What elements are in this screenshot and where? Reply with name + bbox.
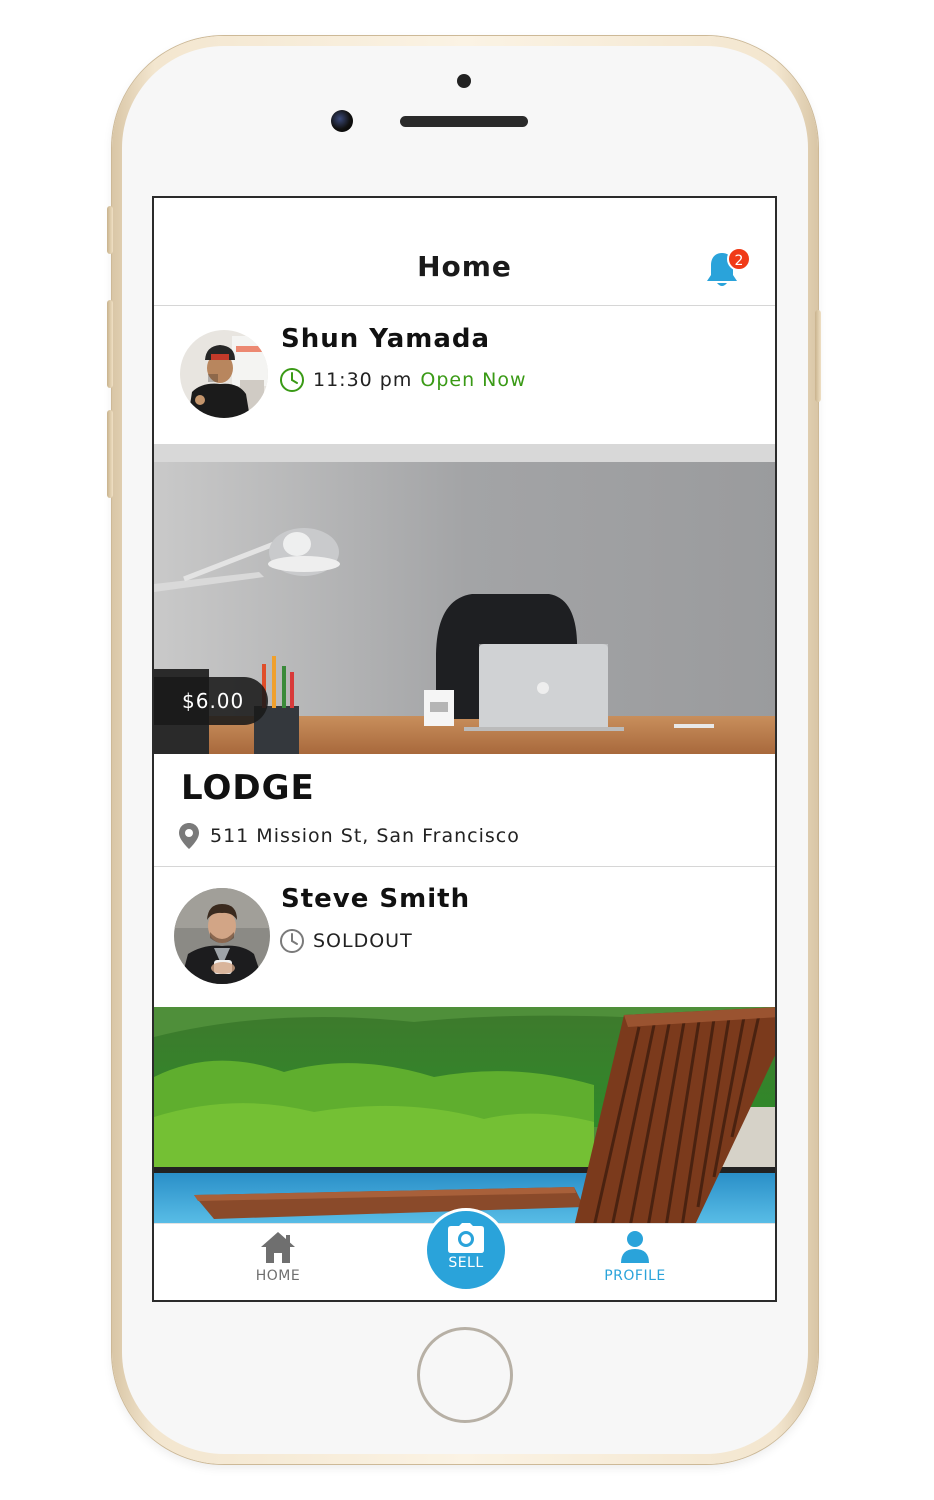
post-header[interactable]: Shun Yamada 11:30 pm Open Now — [154, 306, 775, 446]
person-icon — [621, 1231, 649, 1263]
app-screen: Home 2 Shun Yamada 11:30 pm Open Now $6.… — [152, 196, 777, 1302]
sell-button[interactable]: SELL — [424, 1208, 508, 1292]
notification-badge: 2 — [727, 247, 751, 271]
avatar[interactable] — [180, 330, 268, 418]
post-time: 11:30 pm — [313, 369, 413, 391]
mute-switch — [107, 206, 113, 254]
post-header[interactable]: Steve Smith SOLDOUT — [154, 868, 775, 1008]
tab-home-label: HOME — [255, 1268, 301, 1284]
volume-up-button — [107, 300, 113, 388]
listing-photo[interactable] — [154, 1007, 775, 1227]
clock-icon — [280, 368, 304, 392]
soldout-status: SOLDOUT — [313, 930, 413, 952]
price-tag: $6.00 — [154, 677, 269, 725]
listing-photo[interactable]: $6.00 — [154, 444, 775, 754]
clock-icon — [280, 929, 304, 953]
status-row: 11:30 pm Open Now — [279, 365, 527, 395]
camera-icon — [448, 1223, 484, 1253]
user-name[interactable]: Steve Smith — [281, 884, 470, 914]
proximity-sensor — [457, 74, 471, 88]
user-name[interactable]: Shun Yamada — [281, 324, 490, 354]
status-row: SOLDOUT — [279, 926, 413, 956]
power-button — [815, 310, 821, 402]
tab-profile[interactable]: PROFILE — [575, 1230, 695, 1284]
open-status: Open Now — [420, 369, 527, 391]
tab-profile-label: PROFILE — [604, 1268, 666, 1284]
earpiece-speaker — [400, 116, 528, 127]
avatar[interactable] — [174, 888, 270, 984]
sell-label: SELL — [448, 1255, 484, 1271]
front-camera — [331, 110, 353, 132]
tab-home[interactable]: HOME — [218, 1230, 338, 1284]
listing-address: 511 Mission St, San Francisco — [210, 825, 520, 847]
page-title: Home — [417, 250, 512, 283]
phone-home-button[interactable] — [417, 1327, 513, 1423]
address-row: 511 Mission St, San Francisco — [178, 822, 520, 850]
location-pin-icon — [179, 823, 199, 849]
listing-title[interactable]: LODGE — [181, 768, 315, 808]
navigation-bar: Home 2 — [154, 198, 775, 306]
volume-down-button — [107, 410, 113, 498]
home-icon — [261, 1232, 295, 1263]
listing-info[interactable]: LODGE 511 Mission St, San Francisco — [154, 754, 775, 867]
